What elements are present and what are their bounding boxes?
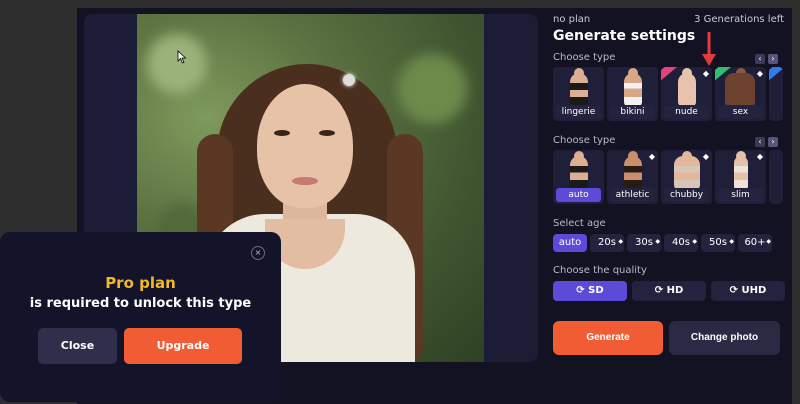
age-option-40s[interactable]: 40s ◆: [664, 234, 698, 252]
tile-label: sex: [718, 105, 763, 119]
age-option-20s[interactable]: 20s ◆: [590, 234, 624, 252]
type-tile-lingerie[interactable]: lingerie: [553, 67, 604, 121]
tile-label: athletic: [610, 188, 655, 202]
refresh-icon: ⟳: [654, 285, 667, 296]
age-option-30s[interactable]: 30s ◆: [627, 234, 661, 252]
modal-close-button[interactable]: Close: [38, 328, 117, 364]
quality-option-uhd[interactable]: ⟳ UHD: [711, 281, 785, 301]
close-icon[interactable]: ×: [251, 246, 265, 260]
body-tile-athletic[interactable]: ◆ athletic: [607, 150, 658, 204]
age-option-label: 20s: [598, 237, 616, 248]
quality-options: ⟳ SD ⟳ HD ⟳ UHD: [553, 281, 785, 301]
type-tile-bikini[interactable]: bikini: [607, 67, 658, 121]
quality-option-hd[interactable]: ⟳ HD: [632, 281, 706, 301]
age-option-label: 30s: [635, 237, 653, 248]
age-option-auto[interactable]: auto: [553, 234, 587, 252]
modal-subtitle: is required to unlock this type: [29, 296, 252, 311]
type-1-tiles: lingerie bikini ◆ nude ◆ sex: [553, 67, 783, 121]
panel-title: Generate settings: [553, 28, 696, 44]
refresh-icon: ⟳: [576, 285, 589, 296]
generations-left: 3 Generations left: [694, 14, 784, 25]
type-1-next-button[interactable]: ›: [768, 54, 778, 64]
pro-plan-modal: × Pro plan is required to unlock this ty…: [0, 232, 281, 402]
type-2-next-button[interactable]: ›: [768, 137, 778, 147]
gem-icon: ◆: [655, 238, 660, 245]
quality-label: UHD: [741, 285, 767, 296]
modal-title: Pro plan: [105, 274, 176, 292]
quality-label: HD: [666, 285, 684, 296]
tile-label: auto: [556, 188, 601, 202]
quality-label: SD: [588, 285, 604, 296]
change-photo-button[interactable]: Change photo: [669, 321, 780, 355]
select-age-label: Select age: [553, 218, 606, 229]
choose-quality-label: Choose the quality: [553, 265, 647, 276]
generate-button[interactable]: Generate: [553, 321, 663, 355]
gem-icon: ◆: [702, 69, 709, 78]
tile-label: lingerie: [556, 105, 601, 119]
age-options: auto 20s ◆ 30s ◆ 40s ◆ 50s ◆ 60+ ◆: [553, 234, 772, 252]
age-option-label: 50s: [709, 237, 727, 248]
body-tile-chubby[interactable]: ◆ chubby: [661, 150, 712, 204]
choose-type-label: Choose type: [553, 52, 616, 63]
tile-label: slim: [718, 188, 763, 202]
age-option-label: 60+: [744, 237, 766, 248]
type-tile-nude[interactable]: ◆ nude: [661, 67, 712, 121]
body-tile-more[interactable]: [769, 150, 783, 204]
type-2-tiles: auto ◆ athletic ◆ chubby ◆ slim: [553, 150, 783, 204]
age-option-label: 40s: [672, 237, 690, 248]
gem-icon: ◆: [756, 152, 763, 161]
tile-label: nude: [664, 105, 709, 119]
age-option-50s[interactable]: 50s ◆: [701, 234, 735, 252]
type-1-pager: ‹ ›: [755, 54, 778, 64]
gem-icon: ◆: [702, 152, 709, 161]
gem-icon: ◆: [756, 69, 763, 78]
upgrade-button[interactable]: Upgrade: [124, 328, 242, 364]
gem-icon: ◆: [618, 238, 623, 245]
mouse-cursor-icon: [177, 50, 187, 64]
gem-icon: ◆: [766, 238, 771, 245]
settings-panel: no plan 3 Generations left Generate sett…: [548, 8, 792, 404]
choose-body-type-label: Choose type: [553, 135, 616, 146]
type-1-prev-button[interactable]: ‹: [755, 54, 765, 64]
age-option-60plus[interactable]: 60+ ◆: [738, 234, 772, 252]
body-tile-auto[interactable]: auto: [553, 150, 604, 204]
red-arrow-down-icon: [702, 32, 716, 66]
type-2-pager: ‹ ›: [755, 137, 778, 147]
quality-option-sd[interactable]: ⟳ SD: [553, 281, 627, 301]
refresh-icon: ⟳: [729, 285, 742, 296]
tile-label: chubby: [664, 188, 709, 202]
gem-icon: ◆: [729, 238, 734, 245]
gem-icon: ◆: [648, 152, 655, 161]
gem-icon: ◆: [692, 238, 697, 245]
plan-label: no plan: [553, 14, 591, 25]
type-tile-sex[interactable]: ◆ sex: [715, 67, 766, 121]
body-tile-slim[interactable]: ◆ slim: [715, 150, 766, 204]
type-2-prev-button[interactable]: ‹: [755, 137, 765, 147]
type-tile-more[interactable]: [769, 67, 783, 121]
tile-label: bikini: [610, 105, 655, 119]
